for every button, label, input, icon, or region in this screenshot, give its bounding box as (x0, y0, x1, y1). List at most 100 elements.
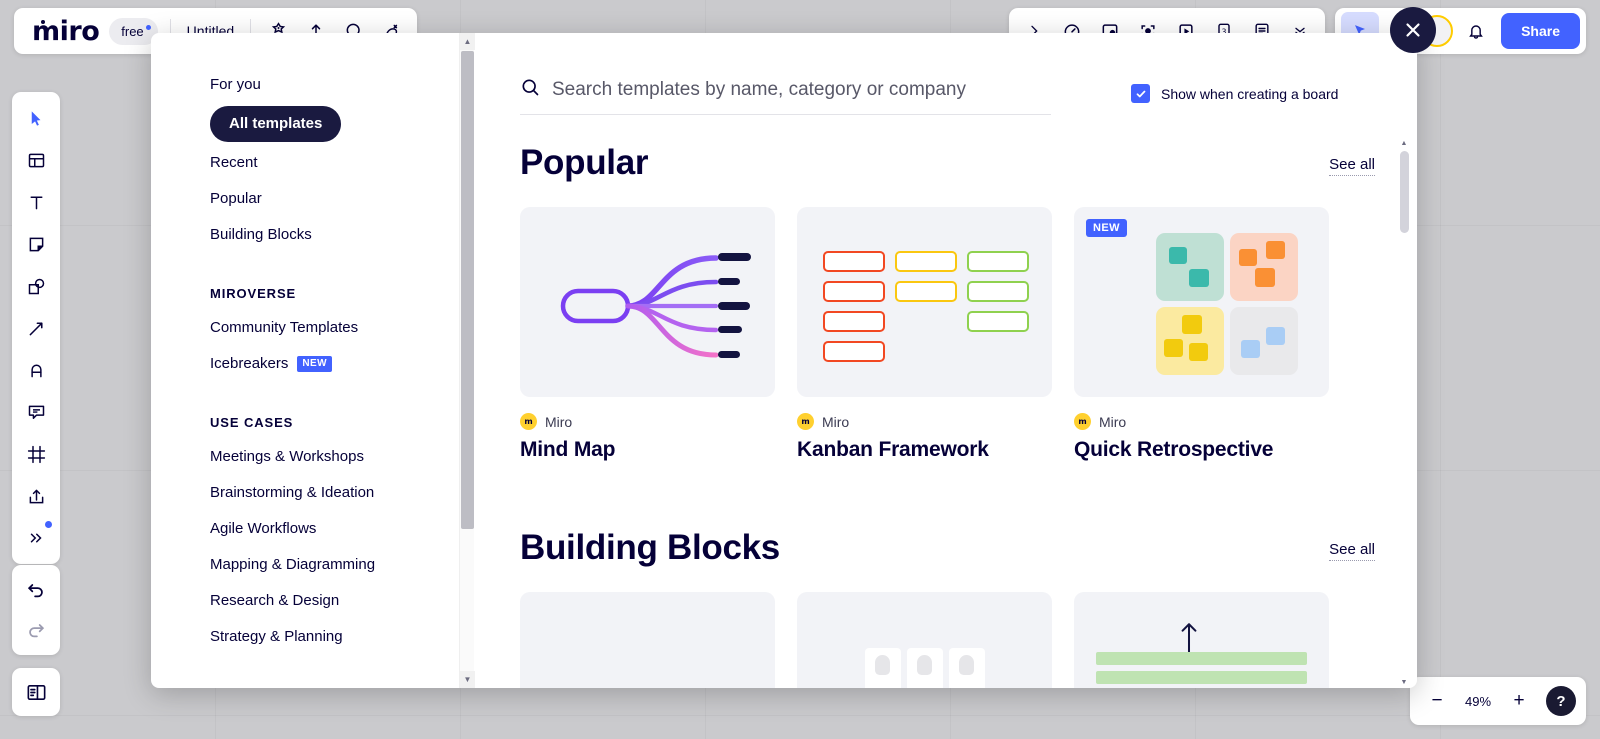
sticky-note (1266, 241, 1285, 259)
sidebar-item-label: For you (210, 76, 261, 93)
frame-tool[interactable] (16, 434, 56, 474)
sidebar-item-label: Building Blocks (210, 226, 312, 243)
sidebar-item-recent[interactable]: Recent (210, 145, 486, 181)
modal-main-pane: Search templates by name, category or co… (486, 33, 1417, 688)
search-input[interactable]: Search templates by name, category or co… (520, 77, 1051, 115)
search-row: Search templates by name, category or co… (520, 77, 1375, 115)
sidebar-item-mapping-diagramming[interactable]: Mapping & Diagramming (210, 547, 486, 583)
card-author-row: m Miro (520, 413, 775, 430)
sidebar-item-agile-workflows[interactable]: Agile Workflows (210, 511, 486, 547)
zoom-level-label[interactable]: 49% (1458, 694, 1498, 709)
kanban-column-red (823, 251, 885, 362)
sidebar-item-all-templates[interactable]: All templates (210, 106, 342, 142)
sidebar-item-label: Icebreakers (210, 355, 289, 372)
template-card-blank-block[interactable] (520, 592, 775, 688)
sidebar-item-for-you[interactable]: For you (210, 67, 486, 103)
main-scroll-up-icon[interactable]: ▲ (1399, 137, 1409, 149)
sidebar-heading-use-cases: USE CASES (210, 415, 294, 430)
card-author-name: Miro (1099, 413, 1127, 430)
show-when-creating-checkbox[interactable]: Show when creating a board (1131, 84, 1338, 103)
main-scrollbar-thumb[interactable] (1400, 151, 1409, 233)
zoom-controls: − 49% + ? (1410, 677, 1586, 725)
kanban-card (895, 281, 957, 302)
scroll-up-arrow-icon[interactable]: ▲ (460, 33, 475, 50)
zoom-in-button[interactable]: + (1502, 684, 1536, 718)
sidebar-item-popular[interactable]: Popular (210, 181, 486, 217)
help-button[interactable]: ? (1546, 686, 1576, 716)
kanban-card (967, 281, 1029, 302)
person-head-icon (917, 655, 932, 675)
zoom-out-button[interactable]: − (1420, 684, 1454, 718)
close-icon[interactable] (1390, 7, 1436, 53)
templates-tool[interactable] (16, 140, 56, 180)
person-head-icon (959, 655, 974, 675)
pen-tool[interactable] (16, 350, 56, 390)
see-all-popular-link[interactable]: See all (1329, 156, 1375, 176)
left-tool-panel (12, 92, 60, 564)
card-author-name: Miro (545, 413, 573, 430)
connector-tool[interactable] (16, 308, 56, 348)
kanban-card (823, 251, 885, 272)
template-card-kanban-framework[interactable]: m Miro Kanban Framework (797, 207, 1052, 462)
miro-avatar-icon: m (520, 413, 537, 430)
main-scroll-down-icon[interactable]: ▼ (1399, 676, 1409, 688)
sidebar-scrollbar-thumb[interactable] (461, 51, 474, 529)
template-card-chart-block[interactable] (1074, 592, 1329, 688)
scroll-down-arrow-icon[interactable]: ▼ (460, 671, 475, 688)
section-title: Building Blocks (520, 528, 780, 567)
template-card-mind-map[interactable]: m Miro Mind Map (520, 207, 775, 462)
notification-bell-icon[interactable] (1457, 12, 1495, 50)
sidebar-item-community-templates[interactable]: Community Templates (210, 310, 486, 346)
miro-logo[interactable]: miro (20, 16, 109, 47)
sidebar-item-label: Recent (210, 154, 258, 171)
more-tools[interactable] (16, 518, 56, 558)
sidebar-scrollbar[interactable]: ▲ ▼ (459, 33, 475, 688)
kanban-column-yellow (895, 251, 957, 362)
shapes-tool[interactable] (16, 266, 56, 306)
sidebar-item-research-design[interactable]: Research & Design (210, 583, 486, 619)
template-card-quick-retrospective[interactable]: NEW m Miro Quick Retrospective (1074, 207, 1329, 462)
see-all-building-blocks-link[interactable]: See all (1329, 541, 1375, 561)
sidebar-item-label: Agile Workflows (210, 520, 317, 537)
template-card-people-block[interactable] (797, 592, 1052, 688)
sidebar-item-meetings-workshops[interactable]: Meetings & Workshops (210, 439, 486, 475)
sidebar-item-brainstorming-ideation[interactable]: Brainstorming & Ideation (210, 475, 486, 511)
retro-quadrant-yellow (1156, 307, 1224, 375)
select-tool[interactable] (16, 98, 56, 138)
modal-sidebar: For you All templates Recent Popular Bui… (151, 33, 486, 688)
search-placeholder: Search templates by name, category or co… (552, 79, 966, 100)
undo-icon[interactable] (16, 570, 56, 610)
kanban-thumb (797, 207, 1052, 397)
templates-scroll-area[interactable]: Popular See all m Miro Mind Map m Miro K… (486, 143, 1417, 688)
sidebar-item-icebreakers[interactable]: Icebreakers NEW (210, 346, 486, 382)
kanban-column-green (967, 251, 1029, 362)
text-tool[interactable] (16, 182, 56, 222)
sticky-note (1189, 343, 1208, 361)
search-icon (520, 77, 541, 103)
new-badge: NEW (1086, 219, 1127, 237)
sidebar-item-building-blocks[interactable]: Building Blocks (210, 217, 486, 253)
people-block-thumb (797, 592, 1052, 688)
redo-icon[interactable] (16, 610, 56, 650)
upload-tool[interactable] (16, 476, 56, 516)
people-tiles (864, 648, 985, 688)
chart-bars (1096, 652, 1307, 688)
sidebar-heading-miroverse: MIROVERSE (210, 286, 297, 301)
kanban-card (967, 251, 1029, 272)
retro-quadrant-peach (1230, 233, 1298, 301)
comment-tool[interactable] (16, 392, 56, 432)
sticky-note (1266, 327, 1285, 345)
retro-quadrant-teal (1156, 233, 1224, 301)
share-button[interactable]: Share (1501, 13, 1580, 49)
card-author-row: m Miro (1074, 413, 1329, 430)
card-title: Quick Retrospective (1074, 438, 1274, 461)
person-tile (864, 648, 901, 688)
main-scrollbar[interactable] (1400, 151, 1409, 684)
sticky-note-tool[interactable] (16, 224, 56, 264)
popular-card-grid: m Miro Mind Map m Miro Kanban Framework … (520, 207, 1375, 462)
kanban-card (967, 311, 1029, 332)
section-title: Popular (520, 143, 649, 182)
sidebar-item-strategy-planning[interactable]: Strategy & Planning (210, 619, 486, 655)
side-panel-icon[interactable] (12, 668, 60, 716)
